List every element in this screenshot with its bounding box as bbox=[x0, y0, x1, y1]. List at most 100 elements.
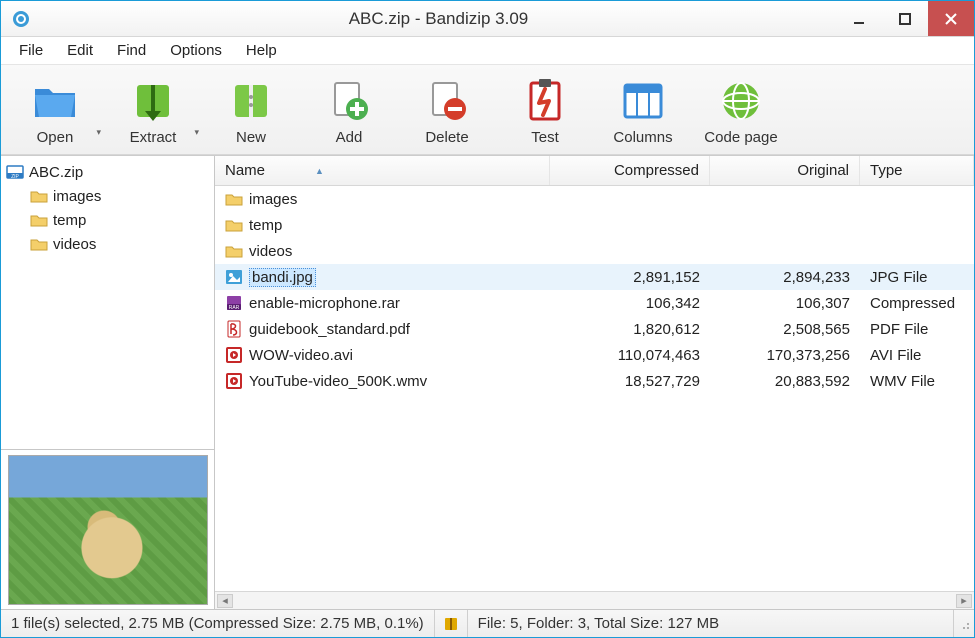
codepage-icon bbox=[717, 77, 765, 125]
test-icon bbox=[521, 77, 569, 125]
menu-file[interactable]: File bbox=[7, 39, 55, 62]
app-icon bbox=[11, 9, 31, 29]
tree-node-label: ABC.zip bbox=[29, 164, 83, 181]
file-list[interactable]: images temp videos bandi.jpg2,891,1522,894,… bbox=[215, 186, 974, 591]
file-original: 2,894,233 bbox=[710, 264, 860, 290]
zip-icon: ZIP bbox=[5, 162, 25, 182]
folder-icon bbox=[29, 234, 49, 254]
column-header-original[interactable]: Original bbox=[710, 156, 860, 185]
status-archive-icon bbox=[435, 610, 468, 637]
scroll-right-icon[interactable]: ▸ bbox=[956, 594, 972, 608]
file-row[interactable]: images bbox=[215, 186, 974, 212]
file-name: guidebook_standard.pdf bbox=[249, 321, 410, 338]
file-type bbox=[860, 212, 974, 238]
toolbar-label: Code page bbox=[704, 129, 777, 146]
file-type: AVI File bbox=[860, 342, 974, 368]
toolbar-label: Delete bbox=[425, 129, 468, 146]
file-original bbox=[710, 212, 860, 238]
file-original: 20,883,592 bbox=[710, 368, 860, 394]
sidebar: ZIPABC.zipimagestempvideos bbox=[1, 156, 215, 609]
folder-icon bbox=[29, 210, 49, 230]
file-compressed: 18,527,729 bbox=[550, 368, 710, 394]
image-icon bbox=[225, 268, 243, 286]
file-row[interactable]: videos bbox=[215, 238, 974, 264]
menubar: FileEditFindOptionsHelp bbox=[1, 37, 974, 65]
file-compressed bbox=[550, 238, 710, 264]
file-name: WOW-video.avi bbox=[249, 347, 353, 364]
window-title: ABC.zip - Bandizip 3.09 bbox=[41, 9, 836, 29]
file-row[interactable]: RARenable-microphone.rar106,342106,307Co… bbox=[215, 290, 974, 316]
menu-edit[interactable]: Edit bbox=[55, 39, 105, 62]
file-original: 2,508,565 bbox=[710, 316, 860, 342]
maximize-button[interactable] bbox=[882, 1, 928, 36]
chevron-down-icon[interactable]: ▾ bbox=[194, 127, 199, 138]
preview-thumbnail bbox=[8, 455, 208, 605]
tree-node-label: videos bbox=[53, 236, 96, 253]
file-compressed: 110,074,463 bbox=[550, 342, 710, 368]
preview-pane bbox=[1, 449, 214, 609]
delete-button[interactable]: Delete bbox=[399, 73, 495, 150]
column-header-type-label: Type bbox=[870, 162, 903, 179]
new-button[interactable]: New bbox=[203, 73, 299, 150]
menu-help[interactable]: Help bbox=[234, 39, 289, 62]
toolbar-label: Columns bbox=[613, 129, 672, 146]
window-controls bbox=[836, 1, 974, 36]
folder-tree[interactable]: ZIPABC.zipimagestempvideos bbox=[1, 156, 214, 449]
toolbar-label: Add bbox=[336, 129, 363, 146]
menu-find[interactable]: Find bbox=[105, 39, 158, 62]
file-compressed: 1,820,612 bbox=[550, 316, 710, 342]
file-name: YouTube-video_500K.wmv bbox=[249, 373, 427, 390]
status-selection: 1 file(s) selected, 2.75 MB (Compressed … bbox=[1, 610, 435, 637]
file-original: 170,373,256 bbox=[710, 342, 860, 368]
file-type bbox=[860, 238, 974, 264]
toolbar-label: New bbox=[236, 129, 266, 146]
file-name: videos bbox=[249, 243, 292, 260]
column-header-compressed-label: Compressed bbox=[614, 162, 699, 179]
file-row[interactable]: temp bbox=[215, 212, 974, 238]
add-button[interactable]: Add bbox=[301, 73, 397, 150]
folder-open-icon bbox=[31, 77, 79, 125]
column-header-type[interactable]: Type bbox=[860, 156, 974, 185]
toolbar-label: Test bbox=[531, 129, 559, 146]
tree-node-temp[interactable]: temp bbox=[3, 208, 212, 232]
file-row[interactable]: WOW-video.avi 110,074,463170,373,256AVI F… bbox=[215, 342, 974, 368]
file-row[interactable]: guidebook_standard.pdf 1,820,6122,508,565… bbox=[215, 316, 974, 342]
extract-button[interactable]: Extract▾ bbox=[105, 73, 201, 150]
scroll-left-icon[interactable]: ◂ bbox=[217, 594, 233, 608]
status-summary: File: 5, Folder: 3, Total Size: 127 MB bbox=[468, 610, 954, 637]
pdf-icon bbox=[225, 320, 243, 338]
tree-node-images[interactable]: images bbox=[3, 184, 212, 208]
minimize-button[interactable] bbox=[836, 1, 882, 36]
folder-icon bbox=[29, 186, 49, 206]
file-compressed: 106,342 bbox=[550, 290, 710, 316]
folder-icon bbox=[225, 190, 243, 208]
tree-node-label: temp bbox=[53, 212, 86, 229]
horizontal-scrollbar[interactable]: ◂ ▸ bbox=[215, 591, 974, 609]
tree-node-abc-zip[interactable]: ZIPABC.zip bbox=[3, 160, 212, 184]
file-name: enable-microphone.rar bbox=[249, 295, 400, 312]
extract-icon bbox=[129, 77, 177, 125]
columns-button[interactable]: Columns bbox=[595, 73, 691, 150]
column-header-name[interactable]: Name ▲ bbox=[215, 156, 550, 185]
tree-node-videos[interactable]: videos bbox=[3, 232, 212, 256]
video-icon bbox=[225, 346, 243, 364]
file-original bbox=[710, 238, 860, 264]
file-type: WMV File bbox=[860, 368, 974, 394]
close-button[interactable] bbox=[928, 1, 974, 36]
file-row[interactable]: bandi.jpg2,891,1522,894,233JPG File bbox=[215, 264, 974, 290]
sort-indicator-icon: ▲ bbox=[315, 166, 324, 176]
chevron-down-icon[interactable]: ▾ bbox=[96, 127, 101, 138]
file-name: temp bbox=[249, 217, 282, 234]
column-header-name-label: Name bbox=[225, 162, 265, 179]
file-compressed bbox=[550, 186, 710, 212]
file-row[interactable]: YouTube-video_500K.wmv 18,527,72920,883,5… bbox=[215, 368, 974, 394]
codepage-button[interactable]: Code page bbox=[693, 73, 789, 150]
resize-grip-icon[interactable] bbox=[954, 616, 974, 632]
column-header-compressed[interactable]: Compressed bbox=[550, 156, 710, 185]
test-button[interactable]: Test bbox=[497, 73, 593, 150]
menu-options[interactable]: Options bbox=[158, 39, 234, 62]
toolbar-label: Open bbox=[37, 129, 74, 146]
file-type: JPG File bbox=[860, 264, 974, 290]
file-type: Compressed bbox=[860, 290, 974, 316]
open-button[interactable]: Open ▾ bbox=[7, 73, 103, 150]
